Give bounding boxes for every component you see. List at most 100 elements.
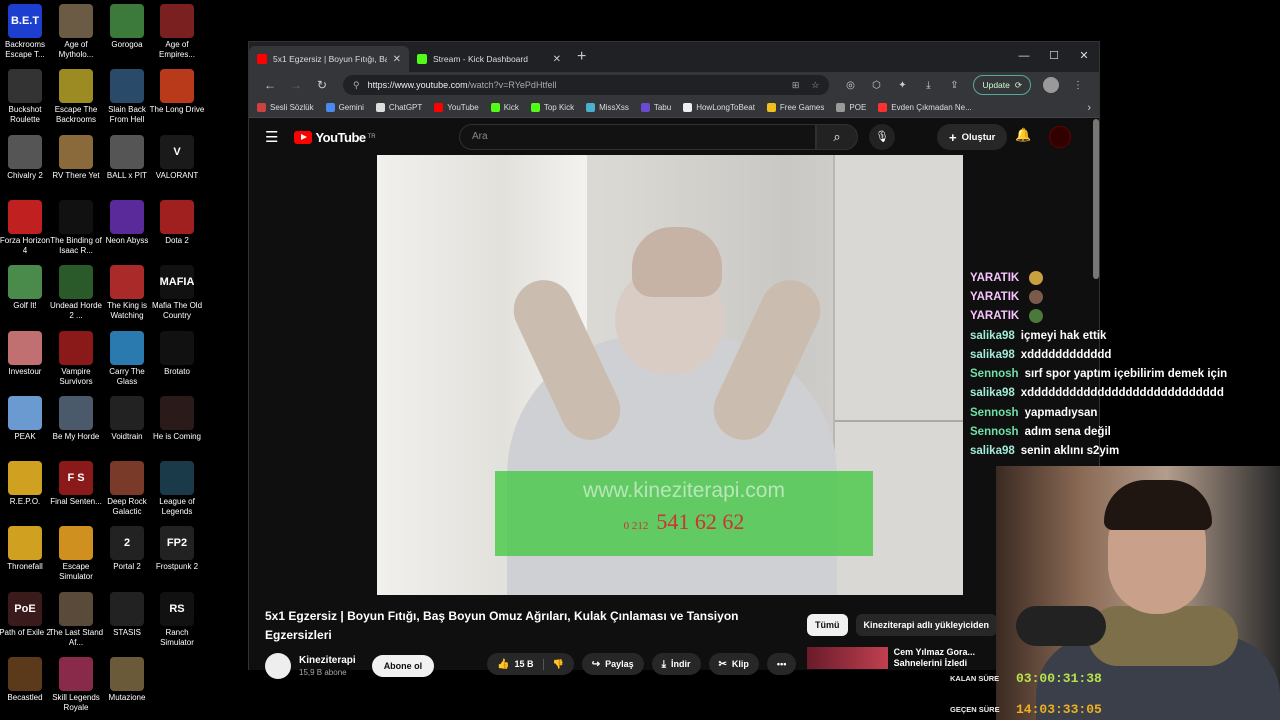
more-actions-button[interactable]: •••	[766, 653, 797, 675]
desktop-icon[interactable]: Slain Back From Hell	[99, 65, 155, 125]
download-button[interactable]: ⤓ İndir	[651, 653, 701, 675]
maximize-button[interactable]: ☐	[1039, 42, 1069, 72]
reload-icon[interactable]: ↻	[309, 78, 335, 92]
search-input[interactable]: Ara	[459, 124, 816, 150]
bookmark-item[interactable]: ChatGPT	[375, 103, 422, 112]
extension-icon[interactable]: ⬡	[863, 80, 889, 91]
desktop-icon[interactable]: Deep Rock Galactic	[99, 457, 155, 517]
video-player[interactable]: www.kineziterapi.com 0 212 541 62 62	[377, 155, 963, 595]
menu-dots-icon[interactable]: ⋮	[1065, 80, 1091, 91]
desktop-icon[interactable]: V VALORANT	[149, 131, 205, 181]
back-arrow-icon[interactable]: ←	[257, 78, 283, 92]
bookmark-item[interactable]: Sesli Sözlük	[257, 103, 314, 112]
desktop-icon[interactable]: Be My Horde	[48, 392, 104, 442]
bookmark-item[interactable]: MissXss	[586, 103, 629, 112]
puzzle-icon[interactable]: ✦	[889, 80, 915, 91]
close-window-button[interactable]: ✕	[1069, 42, 1099, 72]
desktop-icon[interactable]: Vampire Survivors	[48, 327, 104, 387]
desktop-icon[interactable]: FP2 Frostpunk 2	[149, 522, 205, 572]
desktop-icon[interactable]: MAFIA Mafia The Old Country	[149, 261, 205, 321]
desktop-icon[interactable]: STASIS	[99, 588, 155, 638]
desktop-icon[interactable]: Escape Simulator	[48, 522, 104, 582]
desktop-icon[interactable]: He is Coming	[149, 392, 205, 442]
desktop-icon[interactable]: Undead Horde 2 ...	[48, 261, 104, 321]
desktop-icon[interactable]: The King is Watching	[99, 261, 155, 321]
desktop-icon[interactable]: PEAK	[0, 392, 53, 442]
desktop-icon[interactable]: Golf It!	[0, 261, 53, 311]
bookmark-item[interactable]: POE	[836, 103, 866, 112]
desktop-icon[interactable]: Voidtrain	[99, 392, 155, 442]
desktop-icon[interactable]: Brotato	[149, 327, 205, 377]
youtube-logo[interactable]: YouTube TR	[294, 130, 376, 145]
desktop-icon[interactable]: The Binding of Isaac R...	[48, 196, 104, 256]
recommended-thumbnail[interactable]	[807, 647, 888, 669]
download-icon[interactable]: ⤓	[915, 80, 941, 91]
share-icon[interactable]: ⇪	[941, 80, 967, 91]
close-tab-icon[interactable]: ✕	[553, 54, 561, 65]
desktop-icon[interactable]: Escape The Backrooms	[48, 65, 104, 125]
desktop-icon[interactable]: Buckshot Roulette	[0, 65, 53, 125]
new-tab-button[interactable]: +	[577, 48, 586, 66]
bookmark-item[interactable]: Gemini	[325, 103, 364, 112]
bookmark-star-icon[interactable]: ☆	[811, 80, 819, 91]
bookmark-item[interactable]: Evden Çıkmadan Ne...	[878, 103, 972, 112]
desktop-icon[interactable]: Age of Mytholo...	[48, 0, 104, 60]
update-button[interactable]: Update ⟳	[973, 75, 1031, 95]
desktop-icon[interactable]: League of Legends	[149, 457, 205, 517]
desktop-icon[interactable]: PoE Path of Exile 2	[0, 588, 53, 638]
desktop-icon[interactable]: Becastled	[0, 653, 53, 703]
desktop-icon[interactable]: 2 Portal 2	[99, 522, 155, 572]
desktop-icon[interactable]: Chivalry 2	[0, 131, 53, 181]
profile-avatar[interactable]	[1043, 77, 1059, 93]
subscribe-button[interactable]: Abone ol	[371, 655, 435, 677]
notifications-bell-icon[interactable]: 🔔	[1015, 127, 1031, 143]
recommended-video[interactable]: Cem Yılmaz Gora... Sahnelerini İzledi	[807, 647, 1007, 669]
hamburger-menu-icon[interactable]: ☰	[265, 128, 278, 146]
desktop-icon[interactable]: Mutazione	[99, 653, 155, 703]
desktop-icon[interactable]: RS Ranch Simulator	[149, 588, 205, 648]
like-button[interactable]: 👍 15 B 👎	[487, 653, 574, 675]
desktop-icon[interactable]: Forza Horizon 4	[0, 196, 53, 256]
site-info-icon[interactable]: ⚲	[353, 80, 360, 91]
desktop-icon[interactable]: BALL x PIT	[99, 131, 155, 181]
youtube-account-avatar[interactable]	[1049, 126, 1071, 148]
tab-youtube-video[interactable]: 5x1 Egzersiz | Boyun Fıtığı, Baş Bo... ✕	[249, 46, 409, 72]
create-button[interactable]: + Oluştur	[937, 124, 1008, 150]
desktop-icon[interactable]: Carry The Glass	[99, 327, 155, 387]
chip-from-uploader[interactable]: Kineziterapi adlı yükleyiciden	[855, 614, 998, 636]
bookmark-item[interactable]: Free Games	[766, 103, 824, 112]
url-field[interactable]: ⚲ https://www.youtube.com/watch?v=RYePdH…	[343, 75, 830, 95]
desktop-icon[interactable]: The Long Drive	[149, 65, 205, 115]
desktop-icon[interactable]: B.E.T Backrooms Escape T...	[0, 0, 53, 60]
bookmark-item[interactable]: Tabu	[640, 103, 671, 112]
chip-all[interactable]: Tümü	[807, 614, 848, 636]
tab-kick-dashboard[interactable]: Stream - Kick Dashboard ✕	[409, 46, 569, 72]
bookmark-item[interactable]: YouTube	[434, 103, 479, 112]
minimize-button[interactable]: —	[1009, 42, 1039, 72]
bookmark-item[interactable]: HowLongToBeat	[683, 103, 755, 112]
clip-button[interactable]: ✂ Klip	[708, 653, 759, 675]
share-button[interactable]: ↪ Paylaş	[581, 653, 644, 675]
thumbs-down-icon[interactable]: 👎	[543, 658, 564, 670]
install-app-icon[interactable]: ⊞	[792, 80, 800, 91]
channel-avatar[interactable]	[265, 653, 291, 679]
channel-name[interactable]: Kineziterapi	[299, 655, 356, 666]
incognito-icon[interactable]: ◎	[837, 80, 863, 91]
desktop-icon[interactable]: F S Final Senten...	[48, 457, 104, 507]
desktop-icon[interactable]: Gorogoa	[99, 0, 155, 50]
desktop-icon[interactable]: Dota 2	[149, 196, 205, 246]
desktop-icon[interactable]: Neon Abyss	[99, 196, 155, 246]
bookmark-item[interactable]: Kick	[490, 103, 519, 112]
desktop-icon[interactable]: Skill Legends Royale	[48, 653, 104, 713]
page-scrollbar[interactable]	[1093, 119, 1099, 279]
bookmarks-overflow-icon[interactable]: ›	[1087, 102, 1091, 114]
desktop-icon[interactable]: The Last Stand Af...	[48, 588, 104, 648]
desktop-icon[interactable]: Age of Empires...	[149, 0, 205, 60]
microphone-icon[interactable]: 🎙	[869, 124, 895, 150]
close-tab-icon[interactable]: ✕	[393, 54, 401, 65]
recommended-title[interactable]: Cem Yılmaz Gora... Sahnelerini İzledi	[894, 647, 1007, 669]
desktop-icon[interactable]: RV There Yet	[48, 131, 104, 181]
forward-arrow-icon[interactable]: →	[283, 78, 309, 92]
desktop-icon[interactable]: R.E.P.O.	[0, 457, 53, 507]
search-icon[interactable]: ⌕	[816, 124, 858, 150]
